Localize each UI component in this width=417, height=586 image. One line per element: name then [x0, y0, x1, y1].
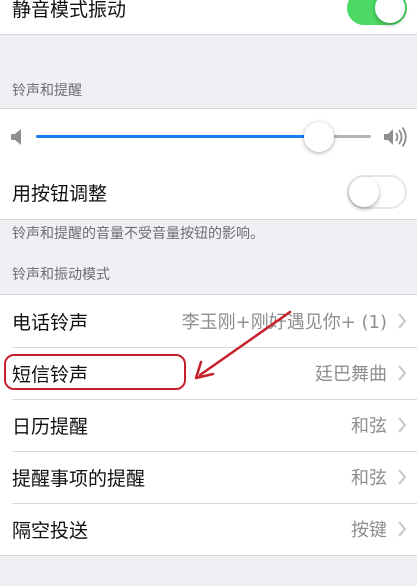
change-with-buttons-label: 用按钮调整 — [12, 182, 108, 205]
ringer-section-header: 铃声和提醒 — [0, 76, 417, 100]
silent-vibrate-label: 静音模式振动 — [12, 0, 127, 21]
speaker-low-icon — [11, 129, 21, 145]
ringer-footer-text: 铃声和提醒的音量不受音量按钮的影响。 — [12, 226, 264, 242]
volume-slider-fill — [36, 135, 320, 138]
ringer-group: 用按钮调整 — [0, 108, 417, 220]
silent-vibrate-toggle[interactable] — [347, 0, 407, 25]
change-with-buttons-toggle[interactable] — [347, 175, 407, 209]
ringer-section-header-text: 铃声和提醒 — [12, 83, 82, 99]
list-item-ringtone[interactable]: 电话铃声 李玉刚+刚好遇见你+ (1) — [0, 295, 417, 347]
calendar-alerts-label: 日历提醒 — [12, 415, 89, 438]
chevron-right-icon — [398, 417, 407, 433]
volume-slider[interactable] — [36, 122, 371, 152]
speaker-high-icon — [384, 127, 407, 147]
list-item-calendar-alerts[interactable]: 日历提醒 和弦 — [0, 399, 417, 451]
calendar-alerts-value: 和弦 — [351, 416, 387, 437]
airdrop-label: 隔空投送 — [12, 519, 89, 542]
text-tone-value: 廷巴舞曲 — [315, 364, 387, 385]
chevron-right-icon — [398, 313, 407, 329]
ringtone-value: 李玉刚+刚好遇见你+ (1) — [181, 312, 387, 333]
silent-vibrate-row[interactable]: 静音模式振动 — [0, 0, 417, 34]
reminder-alerts-label: 提醒事项的提醒 — [12, 467, 146, 490]
list-item-airdrop[interactable]: 隔空投送 按键 — [0, 503, 417, 555]
patterns-group: 电话铃声 李玉刚+刚好遇见你+ (1) 短信铃声 廷巴舞曲 日历提醒 和弦 提醒… — [0, 294, 417, 556]
change-with-buttons-row[interactable]: 用按钮调整 — [0, 165, 417, 219]
toggle-knob — [375, 0, 405, 23]
patterns-section-header-text: 铃声和振动模式 — [12, 267, 110, 283]
ringtone-label: 电话铃声 — [12, 311, 89, 334]
ringer-footer: 铃声和提醒的音量不受音量按钮的影响。 — [0, 218, 417, 248]
chevron-right-icon — [398, 469, 407, 485]
reminder-alerts-value: 和弦 — [351, 468, 387, 489]
chevron-right-icon — [398, 365, 407, 381]
airdrop-value: 按键 — [351, 520, 387, 541]
annotation-highlight-box — [4, 354, 186, 390]
list-item-reminder-alerts[interactable]: 提醒事项的提醒 和弦 — [0, 451, 417, 503]
volume-slider-row — [0, 109, 417, 165]
silent-vibrate-group: 静音模式振动 — [0, 0, 417, 35]
toggle-knob — [349, 177, 379, 207]
patterns-section-header: 铃声和振动模式 — [0, 262, 417, 284]
chevron-right-icon — [398, 521, 407, 537]
volume-slider-thumb[interactable] — [304, 122, 335, 152]
